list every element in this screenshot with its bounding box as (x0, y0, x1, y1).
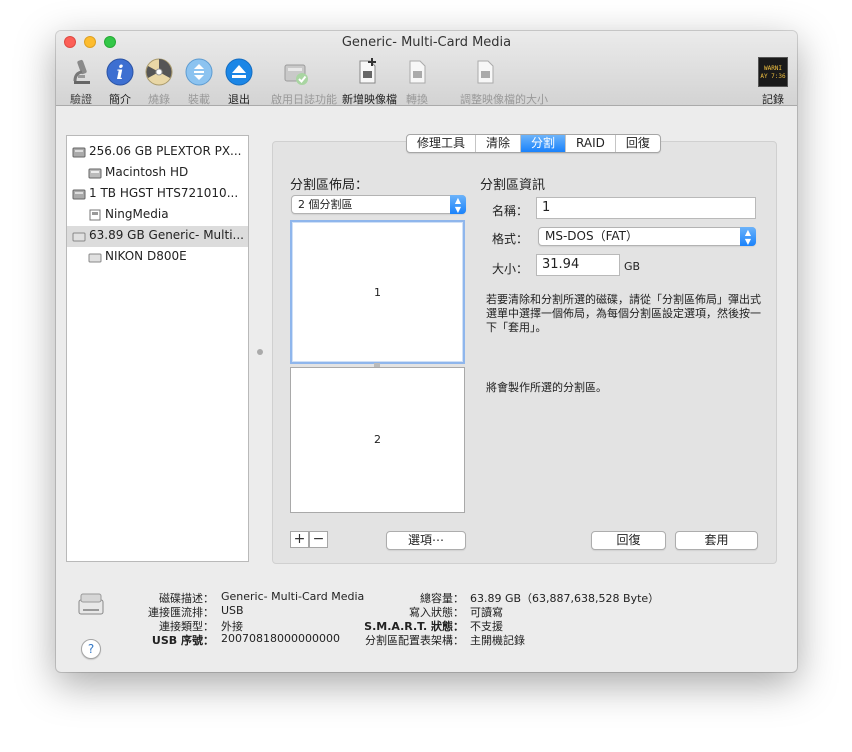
log-icon: WARNI AY 7:36 (758, 57, 788, 87)
sidebar-item-generic-card[interactable]: 63.89 GB Generic- Multi... (67, 226, 248, 247)
disk-drive-icon (78, 593, 104, 615)
partition-layout-popup[interactable]: 2 個分割區 ▲ ▼ (291, 195, 466, 214)
partition-label: 1 (374, 286, 381, 299)
toolbar-new-image-button[interactable]: 新增映像檔 (342, 55, 397, 106)
format-value: MS-DOS（FAT） (545, 229, 639, 243)
sidebar-item-hgst[interactable]: 1 TB HGST HTS721010... (67, 184, 248, 205)
toolbar-journal-button[interactable]: 啟用日誌功能 (271, 55, 337, 106)
sidebar-item-label: NIKON D800E (105, 249, 187, 263)
tab-erase[interactable]: 清除 (476, 135, 522, 152)
toolbar-label: 啟用日誌功能 (271, 93, 337, 106)
toolbar-label: 退出 (228, 93, 250, 106)
toolbar-log-button[interactable]: WARNI AY 7:36 記錄 (758, 55, 788, 106)
partition-map: 1 2 (290, 219, 465, 514)
format-label: 格式： (491, 232, 528, 246)
toolbar-convert-button[interactable]: 轉換 (402, 55, 432, 106)
toolbar-mount-button[interactable]: 裝載 (184, 55, 214, 106)
instructions-line: 若要清除和分割所選的磁碟，請從「分割區佈局」彈出式 (486, 293, 761, 306)
disk-utility-window: Generic- Multi-Card Media 驗證 i 簡介 燒錄 裝載 … (56, 31, 797, 672)
convert-icon (409, 60, 426, 84)
status-message: 將會製作所選的分割區。 (486, 381, 607, 394)
sidebar-item-plextor[interactable]: 256.06 GB PLEXTOR PX... (67, 142, 248, 163)
partition-block[interactable]: 2 (290, 367, 465, 513)
instructions-line: 選單中選擇一個佈局，為每個分割區設定選項，然後按一 (486, 307, 761, 320)
remove-partition-button[interactable]: − (309, 531, 328, 548)
tab-raid[interactable]: RAID (566, 135, 616, 152)
toolbar-label: 調整映像檔的大小 (460, 93, 548, 106)
volume-icon (89, 209, 101, 221)
mount-icon (185, 58, 213, 86)
partition-scheme-label: 分割區配置表架構： (365, 634, 464, 647)
partition-block[interactable]: 1 (290, 220, 465, 364)
add-partition-button[interactable]: + (290, 531, 309, 548)
window-title: Generic- Multi-Card Media (341, 35, 512, 50)
toolbar-info-button[interactable]: i 簡介 (105, 55, 135, 106)
partition-layout-heading: 分割區佈局： (290, 178, 369, 193)
help-button[interactable]: ? (81, 639, 101, 659)
sidebar-item-label: Macintosh HD (105, 165, 189, 179)
journal-icon (284, 64, 308, 85)
eject-icon (225, 58, 253, 86)
sidebar-item-label: 1 TB HGST HTS721010... (89, 186, 239, 200)
sidebar-item-label: NingMedia (105, 207, 169, 221)
toolbar-resize-image-button[interactable]: 調整映像檔的大小 (460, 55, 548, 106)
volume-icon (88, 168, 102, 179)
microscope-icon (73, 59, 90, 84)
tab-restore[interactable]: 回復 (616, 135, 660, 152)
usb-serial-label: USB 序號： (151, 634, 214, 647)
sidebar-item-label: 256.06 GB PLEXTOR PX... (89, 144, 242, 158)
internal-disk-icon (72, 147, 86, 158)
partition-info-heading: 分割區資訊 (480, 178, 546, 193)
toolbar-burn-button[interactable]: 燒錄 (144, 55, 174, 106)
sidebar-item-ningmedia[interactable]: NingMedia (67, 205, 248, 226)
size-unit: GB (624, 260, 641, 273)
toolbar-label: 記錄 (762, 93, 784, 106)
size-label: 大小： (491, 262, 528, 276)
toolbar-label: 轉換 (406, 93, 428, 106)
tab-bar: 修理工具 清除 分割 RAID 回復 (406, 134, 661, 153)
tab-first-aid[interactable]: 修理工具 (407, 135, 477, 152)
apply-button[interactable]: 套用 (675, 531, 758, 550)
instructions-line: 下「套用」。 (486, 321, 547, 334)
partition-layout-value: 2 個分割區 (298, 198, 353, 211)
name-label: 名稱： (491, 204, 528, 218)
partition-size-field[interactable]: 31.94 (536, 254, 620, 276)
toolbar-verify-button[interactable]: 驗證 (66, 55, 96, 106)
format-popup[interactable]: MS-DOS（FAT） ▲ ▼ (538, 227, 756, 246)
usb-serial-value: 20070818000000000 (221, 632, 340, 645)
partition-name-field[interactable]: 1 (536, 197, 756, 219)
sidebar-item-macintosh-hd[interactable]: Macintosh HD (67, 163, 248, 184)
options-button[interactable]: 選項⋯ (386, 531, 466, 550)
resize-image-icon (477, 60, 494, 84)
sidebar-item-label: 63.89 GB Generic- Multi... (89, 228, 244, 242)
sidebar-item-nikon[interactable]: NIKON D800E (67, 247, 248, 268)
volume-icon (88, 253, 102, 263)
tab-partition[interactable]: 分割 (521, 135, 567, 152)
disk-description-value: Generic- Multi-Card Media (221, 590, 365, 603)
titlebar-toolbar: Generic- Multi-Card Media 驗證 i 簡介 燒錄 裝載 … (56, 31, 797, 106)
toolbar-eject-button[interactable]: 退出 (224, 55, 254, 106)
new-image-icon (359, 58, 376, 84)
split-view-handle[interactable] (257, 349, 263, 355)
svg-text:i: i (116, 62, 123, 84)
connection-bus-value: USB (221, 604, 244, 617)
partition-label: 2 (374, 433, 381, 446)
toolbar-label: 新增映像檔 (342, 93, 397, 106)
external-disk-icon (72, 232, 86, 242)
internal-disk-icon (72, 189, 86, 200)
chevron-updown-icon: ▲ ▼ (450, 195, 466, 214)
partition-scheme-value: 主開機記錄 (470, 634, 525, 647)
chevron-updown-icon: ▲ ▼ (740, 227, 756, 246)
info-icon: i (106, 58, 134, 86)
device-sidebar: 256.06 GB PLEXTOR PX... Macintosh HD 1 T… (66, 135, 249, 562)
revert-button[interactable]: 回復 (591, 531, 666, 550)
burn-icon (145, 58, 173, 86)
